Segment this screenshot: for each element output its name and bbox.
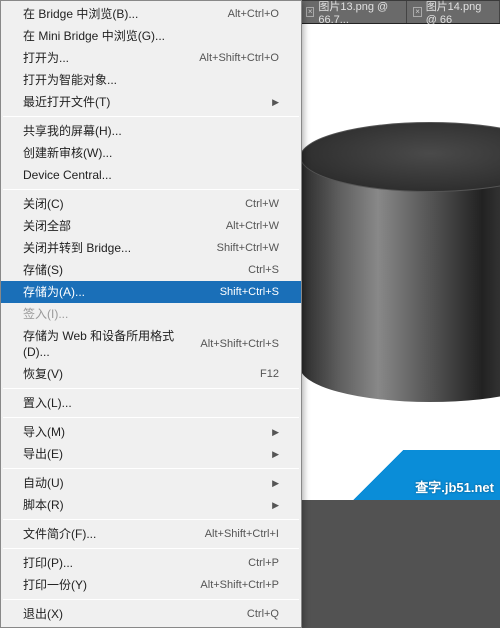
menu-separator xyxy=(3,519,299,520)
menu-item[interactable]: 打开为... Alt+Shift+Ctrl+O xyxy=(1,47,301,69)
tab-label: 图片14.png @ 66 xyxy=(426,0,493,26)
menu-item[interactable]: 关闭并转到 Bridge... Shift+Ctrl+W xyxy=(1,237,301,259)
menu-separator xyxy=(3,116,299,117)
menu-item[interactable]: 打开为智能对象... xyxy=(1,69,301,91)
submenu-arrow-icon: ▶ xyxy=(272,424,279,440)
menu-item[interactable]: 导出(E) ▶ xyxy=(1,443,301,465)
menu-item[interactable]: 存储为(A)... Shift+Ctrl+S xyxy=(1,281,301,303)
menu-item-label: 置入(L)... xyxy=(23,395,72,411)
cylinder-graphic xyxy=(300,122,500,402)
menu-item-label: 关闭全部 xyxy=(23,218,71,234)
menu-item-label: 脚本(R) xyxy=(23,497,64,513)
menu-item-shortcut: Shift+Ctrl+S xyxy=(220,284,279,300)
menu-item-label: 存储为(A)... xyxy=(23,284,85,300)
menu-item[interactable]: 恢复(V) F12 xyxy=(1,363,301,385)
menu-item-label: 签入(I)... xyxy=(23,306,68,322)
menu-item[interactable]: 打印(P)... Ctrl+P xyxy=(1,552,301,574)
menu-item-label: 恢复(V) xyxy=(23,366,63,382)
menu-item-label: 在 Bridge 中浏览(B)... xyxy=(23,6,138,22)
menu-item[interactable]: 打印一份(Y) Alt+Shift+Ctrl+P xyxy=(1,574,301,596)
menu-item[interactable]: 自动(U) ▶ xyxy=(1,472,301,494)
menu-item-shortcut: Ctrl+W xyxy=(245,196,279,212)
menu-item[interactable]: 创建新审核(W)... xyxy=(1,142,301,164)
menu-item[interactable]: 置入(L)... xyxy=(1,392,301,414)
menu-item-label: 最近打开文件(T) xyxy=(23,94,110,110)
menu-item[interactable]: 在 Bridge 中浏览(B)... Alt+Ctrl+O xyxy=(1,3,301,25)
menu-item[interactable]: 存储(S) Ctrl+S xyxy=(1,259,301,281)
menu-item-label: 存储(S) xyxy=(23,262,63,278)
menu-item[interactable]: 脚本(R) ▶ xyxy=(1,494,301,516)
menu-item[interactable]: 关闭(C) Ctrl+W xyxy=(1,193,301,215)
submenu-arrow-icon: ▶ xyxy=(272,497,279,513)
submenu-arrow-icon: ▶ xyxy=(272,475,279,491)
close-icon[interactable]: × xyxy=(413,7,421,17)
watermark: 查字.jb51.net xyxy=(340,450,500,500)
canvas-area xyxy=(300,24,500,500)
menu-item[interactable]: 文件简介(F)... Alt+Shift+Ctrl+I xyxy=(1,523,301,545)
menu-item[interactable]: 关闭全部 Alt+Ctrl+W xyxy=(1,215,301,237)
menu-item[interactable]: 退出(X) Ctrl+Q xyxy=(1,603,301,625)
menu-item-label: 导出(E) xyxy=(23,446,63,462)
menu-item[interactable]: 导入(M) ▶ xyxy=(1,421,301,443)
menu-separator xyxy=(3,388,299,389)
close-icon[interactable]: × xyxy=(306,7,314,17)
menu-item-label: 文件简介(F)... xyxy=(23,526,96,542)
menu-separator xyxy=(3,417,299,418)
menu-separator xyxy=(3,189,299,190)
menu-item-shortcut: Alt+Shift+Ctrl+O xyxy=(199,50,279,66)
menu-item-label: Device Central... xyxy=(23,167,112,183)
watermark-text: 查字.jb51.net xyxy=(415,477,494,496)
menu-separator xyxy=(3,548,299,549)
menu-item-label: 关闭(C) xyxy=(23,196,64,212)
menu-item-shortcut: Alt+Ctrl+W xyxy=(226,218,279,234)
file-menu: 在 Bridge 中浏览(B)... Alt+Ctrl+O 在 Mini Bridg… xyxy=(0,0,302,628)
tab-label: 图片13.png @ 66.7... xyxy=(318,0,400,26)
submenu-arrow-icon: ▶ xyxy=(272,446,279,462)
cylinder-body xyxy=(300,157,500,402)
menu-item-label: 创建新审核(W)... xyxy=(23,145,112,161)
menu-item[interactable]: 共享我的屏幕(H)... xyxy=(1,120,301,142)
menu-item[interactable]: 在 Mini Bridge 中浏览(G)... xyxy=(1,25,301,47)
menu-item-label: 共享我的屏幕(H)... xyxy=(23,123,122,139)
menu-item-shortcut: Alt+Shift+Ctrl+I xyxy=(205,526,279,542)
menu-item-shortcut: Alt+Shift+Ctrl+S xyxy=(200,336,279,352)
menu-item-shortcut: Ctrl+P xyxy=(248,555,279,571)
menu-item-label: 导入(M) xyxy=(23,424,65,440)
menu-separator xyxy=(3,599,299,600)
submenu-arrow-icon: ▶ xyxy=(272,94,279,110)
menu-item-label: 在 Mini Bridge 中浏览(G)... xyxy=(23,28,165,44)
menu-item-shortcut: Ctrl+S xyxy=(248,262,279,278)
document-tabs: × 图片13.png @ 66.7... × 图片14.png @ 66 xyxy=(300,0,500,24)
menu-item-label: 打印(P)... xyxy=(23,555,73,571)
menu-item-label: 存储为 Web 和设备所用格式(D)... xyxy=(23,328,200,360)
menu-item[interactable]: 最近打开文件(T) ▶ xyxy=(1,91,301,113)
menu-item-label: 关闭并转到 Bridge... xyxy=(23,240,131,256)
tab-image-14[interactable]: × 图片14.png @ 66 xyxy=(407,1,500,23)
menu-item[interactable]: 存储为 Web 和设备所用格式(D)...Alt+Shift+Ctrl+S xyxy=(1,325,301,363)
menu-item-label: 打开为... xyxy=(23,50,69,66)
menu-item: 签入(I)... xyxy=(1,303,301,325)
menu-item-label: 退出(X) xyxy=(23,606,63,622)
menu-item-shortcut: F12 xyxy=(260,366,279,382)
menu-item-shortcut: Alt+Ctrl+O xyxy=(228,6,279,22)
menu-item-label: 打开为智能对象... xyxy=(23,72,117,88)
menu-item-label: 打印一份(Y) xyxy=(23,577,87,593)
tab-image-13[interactable]: × 图片13.png @ 66.7... xyxy=(300,1,407,23)
menu-item-shortcut: Ctrl+Q xyxy=(247,606,279,622)
menu-item-shortcut: Shift+Ctrl+W xyxy=(217,240,279,256)
menu-item[interactable]: Device Central... xyxy=(1,164,301,186)
menu-separator xyxy=(3,468,299,469)
menu-item-shortcut: Alt+Shift+Ctrl+P xyxy=(200,577,279,593)
menu-item-label: 自动(U) xyxy=(23,475,64,491)
